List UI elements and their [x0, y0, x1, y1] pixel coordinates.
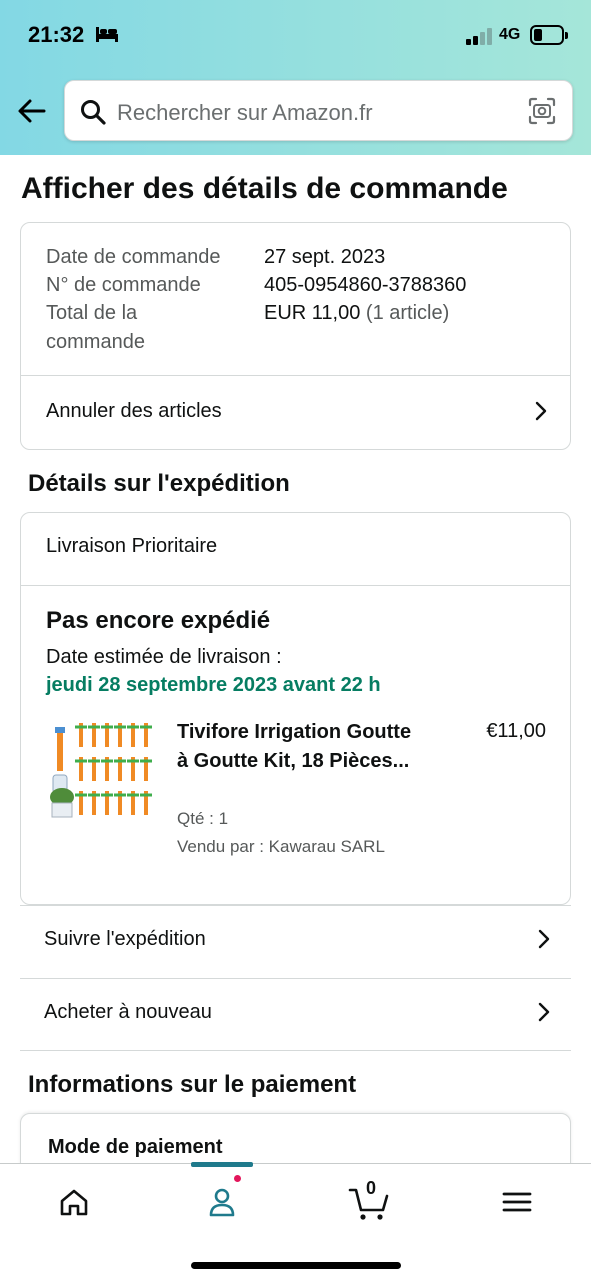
product-title[interactable]: Tivifore Irrigation Goutte à Goutte Kit,…	[177, 718, 427, 776]
home-icon[interactable]	[54, 1182, 94, 1222]
cart-count: 0	[366, 1178, 377, 1198]
camera-search-icon[interactable]	[528, 97, 556, 125]
back-arrow-icon[interactable]	[16, 95, 48, 127]
divider	[21, 585, 570, 586]
network-type: 4G	[499, 26, 521, 43]
product-price: €11,00	[486, 720, 546, 742]
active-tab-indicator	[191, 1162, 253, 1167]
order-summary-card: Date de commande 27 sept. 2023 N° de com…	[20, 222, 571, 450]
battery-icon	[530, 25, 568, 45]
cancel-items-label: Annuler des articles	[46, 400, 222, 422]
order-date-label: Date de commande	[46, 246, 221, 268]
track-shipment-label: Suivre l'expédition	[44, 928, 206, 950]
shipping-section-title: Détails sur l'expédition	[28, 470, 290, 497]
chevron-right-icon	[538, 929, 550, 949]
product-image[interactable]	[47, 715, 157, 825]
notification-dot	[232, 1173, 243, 1184]
order-number-label: N° de commande	[46, 274, 201, 296]
status-time: 21:32	[28, 22, 85, 47]
shipment-status: Pas encore expédié	[46, 607, 271, 634]
payment-method-label: Mode de paiement	[48, 1136, 223, 1158]
buy-again-label: Acheter à nouveau	[44, 1001, 212, 1023]
order-item-count: (1 article)	[365, 302, 450, 324]
page-title: Afficher des détails de commande	[21, 172, 508, 205]
cancel-items-row[interactable]: Annuler des articles	[21, 376, 570, 449]
order-total-label-line1: Total de la	[46, 302, 138, 324]
home-indicator	[191, 1262, 401, 1269]
chevron-right-icon	[535, 401, 547, 421]
header-bar: 21:32 4G Rechercher sur Amazon.fr	[0, 0, 591, 155]
buy-again-row[interactable]: Acheter à nouveau	[20, 978, 571, 1051]
delivery-estimate-date: jeudi 28 septembre 2023 avant 22 h	[46, 674, 381, 696]
product-seller: Vendu par : Kawarau SARL	[177, 837, 385, 856]
order-date-value: 27 sept. 2023	[264, 246, 386, 268]
order-total-label-line2: commande	[46, 331, 145, 353]
order-total-label: Total de la commande	[46, 299, 145, 357]
sleep-mode-icon	[96, 27, 118, 42]
order-total-value: EUR 11,00 (1 article)	[264, 299, 449, 328]
account-icon[interactable]	[202, 1182, 242, 1222]
chevron-right-icon	[538, 1002, 550, 1022]
payment-section-title: Informations sur le paiement	[28, 1071, 357, 1098]
order-number-value: 405-0954860-3788360	[264, 274, 467, 296]
search-placeholder: Rechercher sur Amazon.fr	[117, 100, 373, 125]
cellular-signal-icon	[466, 27, 494, 45]
product-quantity: Qté : 1	[177, 809, 229, 828]
search-input[interactable]: Rechercher sur Amazon.fr	[64, 80, 573, 141]
search-icon	[81, 100, 106, 125]
shipment-card: Livraison Prioritaire Pas encore expédié…	[20, 512, 571, 905]
bottom-navigation: 0	[0, 1162, 591, 1280]
delivery-estimate-label: Date estimée de livraison :	[46, 646, 282, 668]
shipping-method: Livraison Prioritaire	[46, 535, 218, 557]
menu-icon[interactable]	[497, 1182, 537, 1222]
track-shipment-row[interactable]: Suivre l'expédition	[20, 905, 571, 978]
order-total-amount: EUR 11,00	[264, 302, 361, 324]
